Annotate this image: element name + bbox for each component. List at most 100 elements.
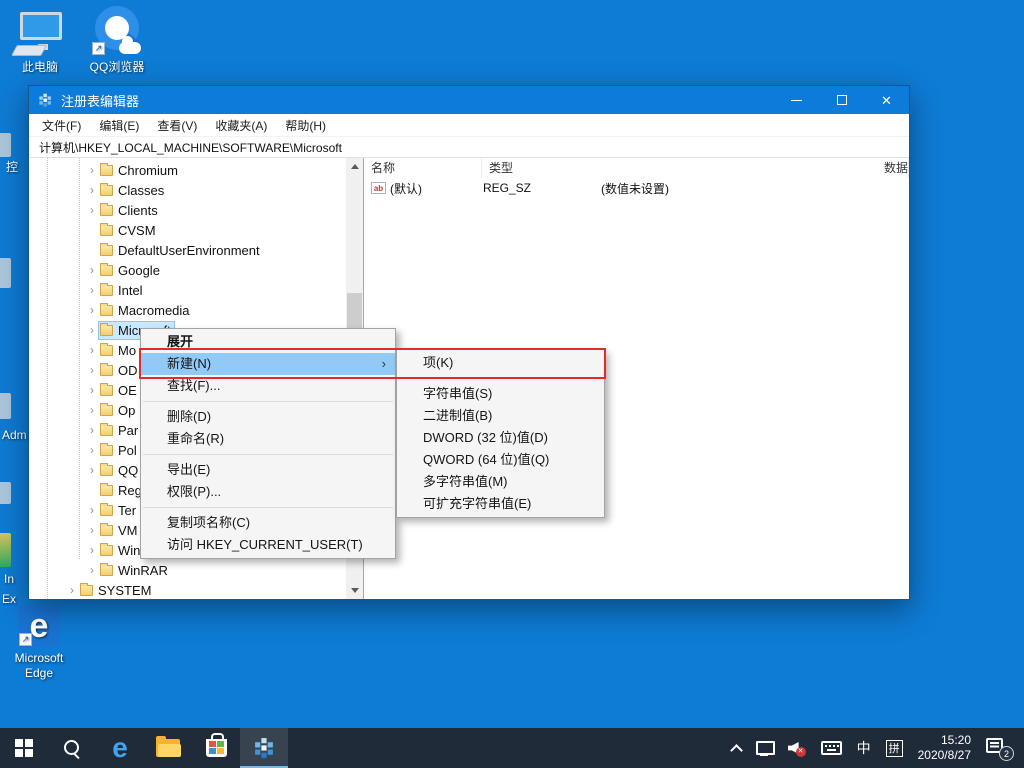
- menubar-item[interactable]: 查看(V): [148, 117, 206, 134]
- context-menu-item[interactable]: 重命名(R) ›: [141, 428, 395, 450]
- expand-chevron-icon[interactable]: ›: [85, 323, 99, 337]
- menubar-item[interactable]: 收藏夹(A): [206, 117, 276, 134]
- tree-item[interactable]: › WinRAR: [29, 560, 346, 580]
- expand-chevron-icon[interactable]: ›: [85, 383, 99, 397]
- tree-item[interactable]: › CVSM: [29, 220, 346, 240]
- taskbar-clock[interactable]: 15:20 2020/8/27: [918, 733, 971, 763]
- maximize-icon: [837, 95, 847, 105]
- expand-chevron-icon[interactable]: ›: [85, 203, 99, 217]
- start-button[interactable]: [0, 728, 48, 768]
- context-menu-item[interactable]: ›: [143, 401, 393, 402]
- tree-item[interactable]: › Intel: [29, 280, 346, 300]
- expand-chevron-icon[interactable]: ›: [85, 343, 99, 357]
- taskbar-store-button[interactable]: [192, 728, 240, 768]
- context-menu-item[interactable]: 新建(N) ›: [141, 353, 395, 375]
- registry-value-row[interactable]: ab (默认) REG_SZ (数值未设置): [364, 178, 909, 198]
- context-menu-item[interactable]: 导出(E) ›: [141, 459, 395, 481]
- scrollbar-thumb[interactable]: [347, 293, 362, 331]
- expand-chevron-icon[interactable]: ›: [85, 243, 99, 257]
- expand-chevron-icon[interactable]: ›: [85, 303, 99, 317]
- touch-keyboard-icon[interactable]: [821, 741, 842, 755]
- column-header[interactable]: 类型: [482, 158, 877, 178]
- menubar-item[interactable]: 文件(F): [33, 117, 90, 134]
- folder-icon: [100, 485, 113, 496]
- expand-chevron-icon[interactable]: ›: [85, 563, 99, 577]
- ime-pinyin-indicator[interactable]: 拼: [886, 740, 903, 757]
- submenu-item[interactable]: 二进制值(B) ›: [397, 405, 604, 427]
- context-menu-item[interactable]: 删除(D) ›: [141, 406, 395, 428]
- action-center-button[interactable]: 2: [986, 737, 1012, 759]
- context-menu-item[interactable]: 复制项名称(C) ›: [141, 512, 395, 534]
- maximize-button[interactable]: [819, 86, 864, 114]
- tree-item[interactable]: › Clients: [29, 200, 346, 220]
- tree-item[interactable]: › Chromium: [29, 160, 346, 180]
- submenu-item[interactable]: 多字符串值(M) ›: [397, 471, 604, 493]
- tree-item[interactable]: › Macromedia: [29, 300, 346, 320]
- menubar-item[interactable]: 帮助(H): [276, 117, 335, 134]
- desktop-icon-qq-browser[interactable]: ↗ QQ浏览器: [88, 6, 146, 75]
- submenu-item[interactable]: ›: [399, 378, 602, 379]
- expand-chevron-icon[interactable]: ›: [85, 283, 99, 297]
- folder-icon: [100, 205, 113, 216]
- reg-sz-icon: ab: [371, 182, 386, 194]
- taskbar-file-explorer-button[interactable]: [144, 728, 192, 768]
- partial-desktop-icon-label: 控: [6, 158, 18, 175]
- search-icon: [63, 739, 81, 757]
- close-button[interactable]: ✕: [864, 86, 909, 114]
- network-icon[interactable]: [756, 741, 773, 756]
- submenu-item[interactable]: 可扩充字符串值(E) ›: [397, 493, 604, 515]
- folder-icon: [100, 405, 113, 416]
- tree-item[interactable]: › SYSTEM: [29, 580, 346, 599]
- minimize-icon: [791, 100, 802, 101]
- folder-icon: [100, 565, 113, 576]
- submenu-item[interactable]: QWORD (64 位)值(Q) ›: [397, 449, 604, 471]
- expand-chevron-icon[interactable]: ›: [85, 543, 99, 557]
- context-menu-item[interactable]: ›: [143, 507, 393, 508]
- expand-chevron-icon[interactable]: ›: [85, 423, 99, 437]
- expand-chevron-icon[interactable]: ›: [85, 223, 99, 237]
- tray-overflow-chevron-icon[interactable]: [730, 744, 743, 757]
- desktop-icon-this-pc[interactable]: 此电脑: [12, 12, 68, 75]
- expand-chevron-icon[interactable]: ›: [85, 463, 99, 477]
- partial-desktop-icon-label: Adm: [2, 428, 27, 442]
- context-menu-item[interactable]: 展开 ›: [141, 331, 395, 353]
- expand-chevron-icon[interactable]: ›: [85, 403, 99, 417]
- address-bar[interactable]: 计算机\HKEY_LOCAL_MACHINE\SOFTWARE\Microsof…: [29, 136, 909, 158]
- folder-icon: [100, 245, 113, 256]
- scroll-up-arrow-icon[interactable]: [346, 158, 363, 175]
- submenu-item[interactable]: 字符串值(S) ›: [397, 383, 604, 405]
- context-menu-item[interactable]: 查找(F)... ›: [141, 375, 395, 397]
- context-menu-item[interactable]: ›: [143, 454, 393, 455]
- expand-chevron-icon[interactable]: ›: [85, 163, 99, 177]
- tree-item[interactable]: › Classes: [29, 180, 346, 200]
- submenu-item[interactable]: DWORD (32 位)值(D) ›: [397, 427, 604, 449]
- title-bar[interactable]: 注册表编辑器 ✕: [29, 86, 909, 114]
- ime-mode-indicator[interactable]: 中: [857, 738, 871, 758]
- system-tray: ✕ 中 拼 15:20 2020/8/27 2: [732, 728, 1024, 768]
- column-header[interactable]: 数据: [877, 158, 909, 178]
- column-header[interactable]: 名称: [364, 158, 482, 178]
- expand-chevron-icon[interactable]: ›: [85, 483, 99, 497]
- taskbar-search-button[interactable]: [48, 728, 96, 768]
- expand-chevron-icon[interactable]: ›: [85, 263, 99, 277]
- value-name: (默认): [390, 180, 422, 197]
- expand-chevron-icon[interactable]: ›: [85, 523, 99, 537]
- menubar-item[interactable]: 编辑(E): [90, 117, 148, 134]
- scroll-down-arrow-icon[interactable]: [346, 582, 363, 599]
- expand-chevron-icon[interactable]: ›: [85, 443, 99, 457]
- context-menu-item[interactable]: 访问 HKEY_CURRENT_USER(T) ›: [141, 534, 395, 556]
- taskbar-edge-button[interactable]: e: [96, 728, 144, 768]
- expand-chevron-icon[interactable]: ›: [85, 363, 99, 377]
- expand-chevron-icon[interactable]: ›: [85, 503, 99, 517]
- expand-chevron-icon[interactable]: ›: [85, 183, 99, 197]
- expand-chevron-icon[interactable]: ›: [65, 583, 79, 597]
- tree-item[interactable]: › DefaultUserEnvironment: [29, 240, 346, 260]
- context-menu-item[interactable]: 权限(P)... ›: [141, 481, 395, 503]
- taskbar-regedit-button[interactable]: [240, 728, 288, 768]
- volume-muted-icon[interactable]: ✕: [788, 740, 806, 756]
- submenu-item[interactable]: 项(K) ›: [397, 352, 604, 374]
- tree-item[interactable]: › Google: [29, 260, 346, 280]
- value-data: (数值未设置): [594, 180, 669, 197]
- minimize-button[interactable]: [774, 86, 819, 114]
- desktop-icon-microsoft-edge[interactable]: e ↗ Microsoft Edge: [8, 605, 70, 681]
